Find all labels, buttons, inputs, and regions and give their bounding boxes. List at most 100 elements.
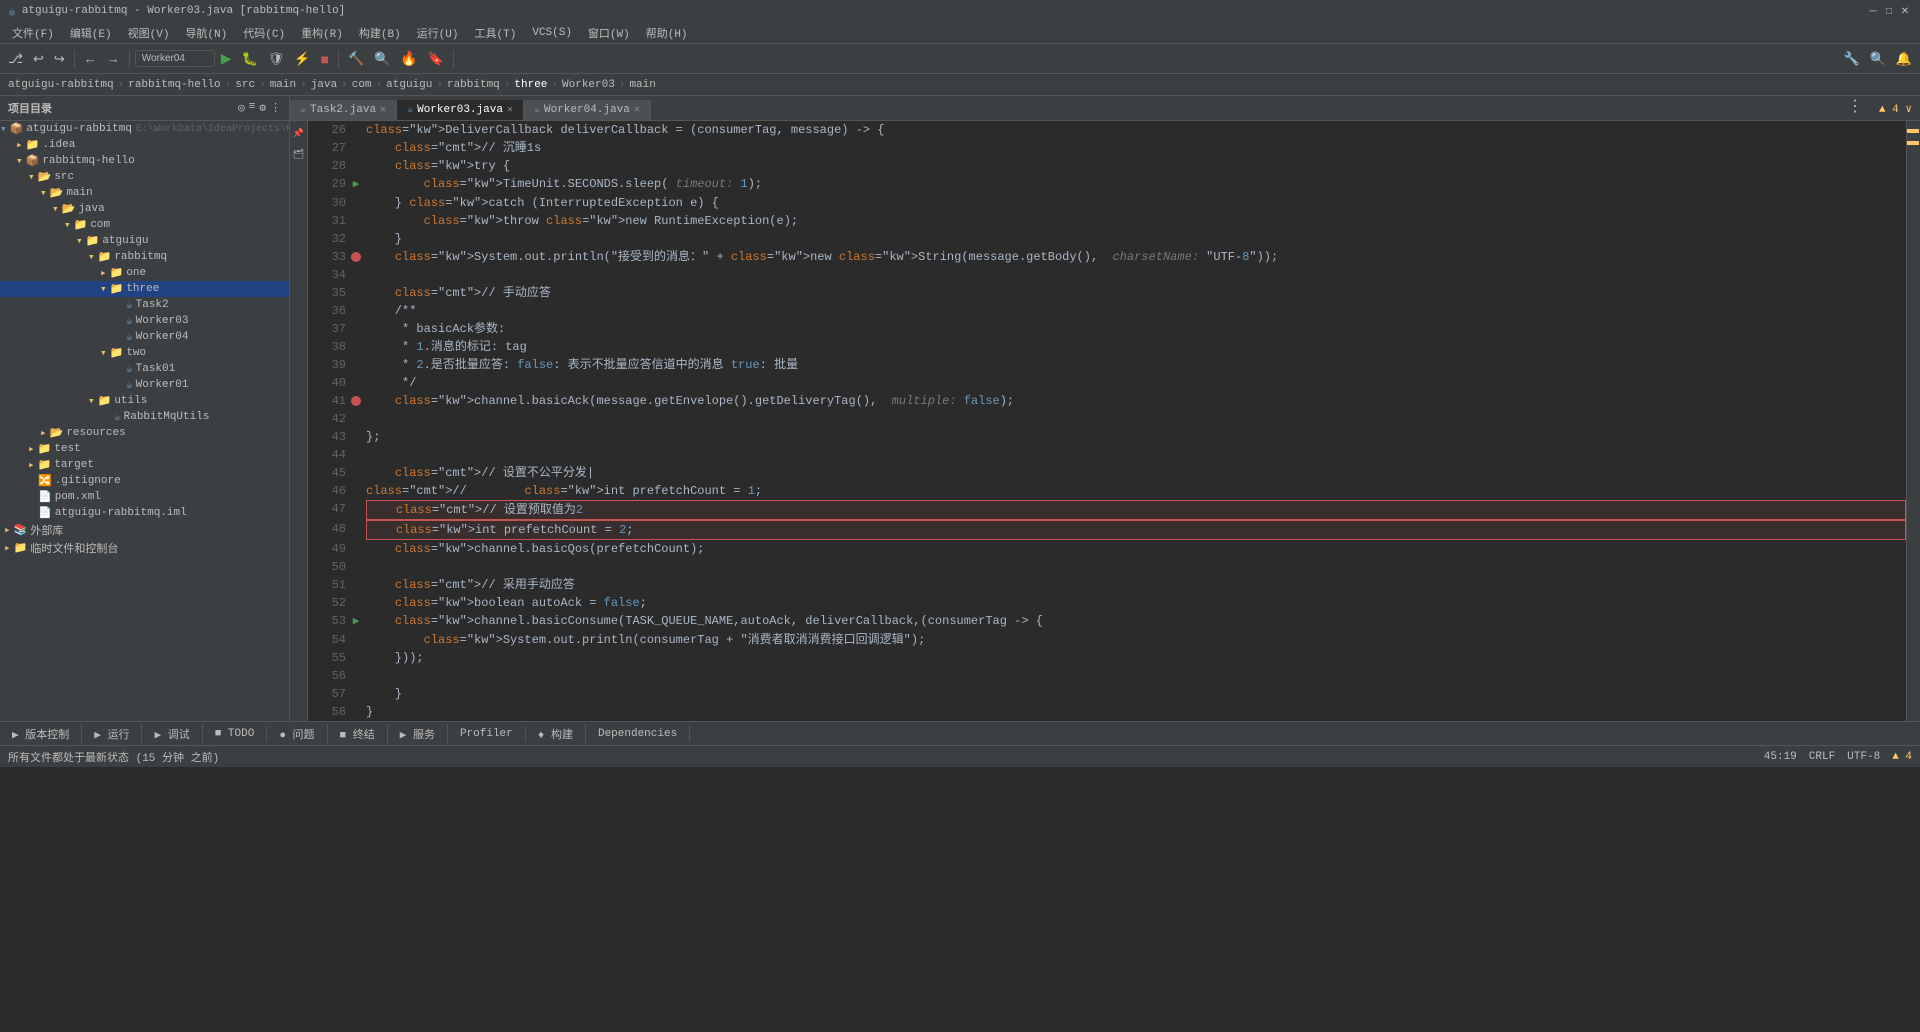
- undo-button[interactable]: ↩: [29, 49, 48, 69]
- breadcrumb-item-4[interactable]: java: [311, 79, 337, 91]
- line-gutter[interactable]: [346, 464, 366, 482]
- tree-item-resources[interactable]: ▸ 📂 resources: [0, 425, 289, 441]
- code-content[interactable]: class="kw">System.out.println("接受到的消息：" …: [366, 248, 1906, 266]
- settings-button[interactable]: 🔧: [1839, 49, 1863, 69]
- line-gutter[interactable]: [346, 338, 366, 356]
- line-gutter[interactable]: [346, 248, 366, 266]
- nav-back-button[interactable]: ←: [80, 49, 101, 68]
- breadcrumb-item-8[interactable]: three: [514, 79, 547, 91]
- line-gutter[interactable]: [346, 139, 366, 157]
- encoding[interactable]: UTF-8: [1847, 751, 1880, 763]
- tree-item-com[interactable]: ▾ 📁 com: [0, 217, 289, 233]
- breadcrumb-item-1[interactable]: rabbitmq-hello: [128, 79, 220, 91]
- code-content[interactable]: class="kw">channel.basicAck(message.getE…: [366, 392, 1906, 410]
- line-gutter[interactable]: [346, 667, 366, 685]
- line-gutter[interactable]: [346, 446, 366, 464]
- code-content[interactable]: }));: [366, 649, 1906, 667]
- tab-more-button[interactable]: ⋮: [1839, 96, 1871, 120]
- line-gutter[interactable]: [346, 374, 366, 392]
- line-gutter[interactable]: [346, 482, 366, 500]
- code-content[interactable]: * 2.是否批量应答: false: 表示不批量应答信道中的消息 true: 批…: [366, 356, 1906, 374]
- tree-item-worker03[interactable]: ☕ Worker03: [0, 313, 289, 329]
- line-gutter[interactable]: [346, 157, 366, 175]
- code-content[interactable]: class="kw">try {: [366, 157, 1906, 175]
- code-content[interactable]: } class="kw">catch (InterruptedException…: [366, 194, 1906, 212]
- bottom-tab-todo[interactable]: ■ TODO: [203, 726, 268, 742]
- menu-vcs[interactable]: VCS(S): [524, 25, 580, 41]
- bottom-tab-debug[interactable]: ▶ 调试: [142, 724, 202, 744]
- tree-item-idea[interactable]: ▸ 📁 .idea: [0, 137, 289, 153]
- line-gutter[interactable]: [346, 703, 366, 721]
- line-gutter[interactable]: [346, 540, 366, 558]
- minimize-button[interactable]: ─: [1866, 4, 1880, 18]
- tab-close-icon[interactable]: ✕: [507, 104, 513, 116]
- git-button[interactable]: ⎇: [4, 49, 27, 69]
- breadcrumb-item-7[interactable]: rabbitmq: [447, 79, 500, 91]
- maximize-button[interactable]: □: [1882, 4, 1896, 18]
- code-content[interactable]: * basicAck参数:: [366, 320, 1906, 338]
- bookmark-button[interactable]: 🔖: [424, 49, 448, 69]
- line-gutter[interactable]: [346, 500, 366, 520]
- code-content[interactable]: class="cmt">// 沉睡1s: [366, 139, 1906, 157]
- breadcrumb-item-0[interactable]: atguigu-rabbitmq: [8, 79, 114, 91]
- fire-button[interactable]: 🔥: [396, 48, 421, 69]
- bottom-tab-services[interactable]: ▶ 服务: [388, 724, 448, 744]
- breadcrumb-item-6[interactable]: atguigu: [386, 79, 432, 91]
- profile-button[interactable]: ⚡: [290, 49, 314, 69]
- code-content[interactable]: class="kw">int prefetchCount = 2;: [366, 520, 1906, 540]
- redo-button[interactable]: ↪: [50, 49, 69, 69]
- line-gutter[interactable]: [346, 194, 366, 212]
- code-content[interactable]: * 1.消息的标记: tag: [366, 338, 1906, 356]
- bottom-tab-terminal[interactable]: ■ 终结: [328, 724, 388, 744]
- line-gutter[interactable]: [346, 212, 366, 230]
- nav-forward-button[interactable]: →: [103, 49, 124, 68]
- side-icon-structure[interactable]: 🗂: [292, 146, 306, 161]
- tree-item-external-libs[interactable]: ▸ 📚 外部库: [0, 521, 289, 539]
- line-gutter[interactable]: ▶: [346, 175, 366, 194]
- tree-item-atguigu[interactable]: ▾ 📁 atguigu: [0, 233, 289, 249]
- bottom-tab-vcs[interactable]: ▶ 版本控制: [0, 724, 82, 744]
- code-content[interactable]: };: [366, 428, 1906, 446]
- code-content[interactable]: class="cmt">// 采用手动应答: [366, 576, 1906, 594]
- tree-item-one[interactable]: ▸ 📁 one: [0, 265, 289, 281]
- tab-worker03[interactable]: ☕ Worker03.java ✕: [397, 100, 524, 120]
- tree-item-pom[interactable]: 📄 pom.xml: [0, 489, 289, 505]
- tree-item-utils[interactable]: ▾ 📁 utils: [0, 393, 289, 409]
- menu-edit[interactable]: 编辑(E): [62, 23, 120, 43]
- line-gutter[interactable]: [346, 649, 366, 667]
- bottom-tab-build[interactable]: ♦ 构建: [526, 724, 586, 744]
- tree-item-three[interactable]: ▾ 📁 three: [0, 281, 289, 297]
- line-gutter[interactable]: [346, 230, 366, 248]
- line-gutter[interactable]: [346, 558, 366, 576]
- line-gutter[interactable]: [346, 320, 366, 338]
- coverage-button[interactable]: 🛡: [264, 49, 289, 69]
- code-content[interactable]: class="cmt">// 设置预取值为2: [366, 500, 1906, 520]
- code-content[interactable]: class="kw">boolean autoAck = false;: [366, 594, 1906, 612]
- run-gutter-icon[interactable]: ▶: [353, 179, 360, 191]
- tree-item-rabbitmqutils[interactable]: ☕ RabbitMqUtils: [0, 409, 289, 425]
- run-button[interactable]: ▶: [217, 48, 236, 69]
- bottom-tab-run[interactable]: ▶ 运行: [82, 724, 142, 744]
- line-ending[interactable]: CRLF: [1809, 751, 1835, 763]
- code-content[interactable]: class="kw">System.out.println(consumerTa…: [366, 631, 1906, 649]
- tree-item-target[interactable]: ▸ 📁 target: [0, 457, 289, 473]
- build-button[interactable]: 🔨: [344, 49, 368, 69]
- run-gutter-icon[interactable]: ▶: [353, 616, 360, 628]
- line-gutter[interactable]: [346, 685, 366, 703]
- search-everywhere[interactable]: 🔍: [370, 49, 394, 69]
- tree-item-worker01[interactable]: ☕ Worker01: [0, 377, 289, 393]
- bottom-tab-problems[interactable]: ● 问题: [267, 724, 327, 744]
- tree-item-two[interactable]: ▾ 📁 two: [0, 345, 289, 361]
- menu-help[interactable]: 帮助(H): [638, 23, 696, 43]
- tree-item-java[interactable]: ▾ 📂 java: [0, 201, 289, 217]
- code-content[interactable]: class="cmt">// 设置不公平分发|: [366, 464, 1906, 482]
- code-content[interactable]: class="kw">DeliverCallback deliverCallba…: [366, 121, 1906, 139]
- side-icon-bookmark[interactable]: 📌: [292, 125, 306, 140]
- code-content[interactable]: class="cmt">// class="kw">int prefetchCo…: [366, 482, 1906, 500]
- tree-item-task01[interactable]: ☕ Task01: [0, 361, 289, 377]
- line-gutter[interactable]: [346, 631, 366, 649]
- line-gutter[interactable]: [346, 520, 366, 540]
- tab-worker04[interactable]: ☕ Worker04.java ✕: [524, 100, 651, 120]
- code-content[interactable]: }: [366, 703, 1906, 721]
- breadcrumb-item-3[interactable]: main: [270, 79, 296, 91]
